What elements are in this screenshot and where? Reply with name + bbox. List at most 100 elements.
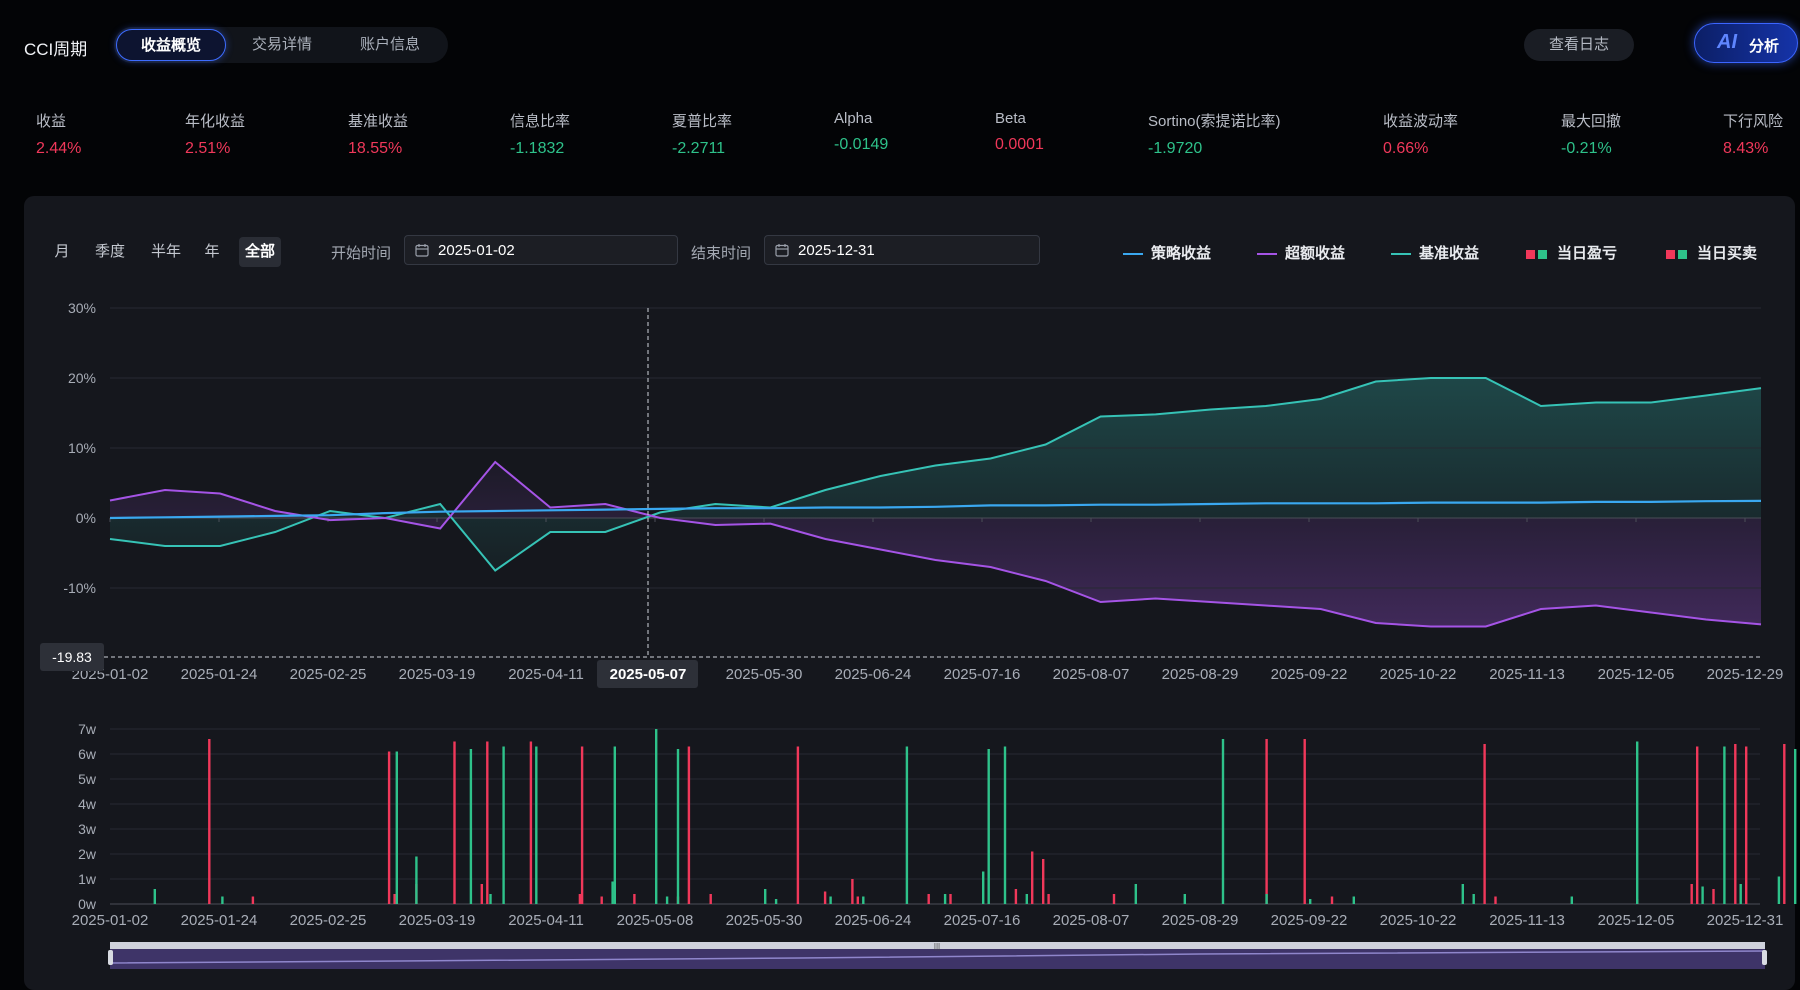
crosshair-x-value: 2025-05-07 bbox=[610, 666, 687, 683]
trade-bar bbox=[453, 741, 456, 904]
main-x-tick-label: 2025-11-13 bbox=[1489, 666, 1565, 683]
trade-bar bbox=[655, 729, 658, 904]
trade-bar bbox=[1309, 899, 1312, 904]
main-y-tick-label: -10% bbox=[63, 580, 96, 596]
trade-bar bbox=[600, 896, 603, 904]
trade-bar bbox=[1461, 884, 1464, 904]
bar-x-tick-label: 2025-10-22 bbox=[1380, 912, 1457, 929]
trade-bar bbox=[1734, 744, 1737, 904]
crosshair-y-value: -19.83 bbox=[52, 649, 92, 665]
trade-bar bbox=[395, 751, 398, 904]
bar-y-tick-label: 6w bbox=[78, 746, 97, 762]
trade-bar bbox=[611, 881, 614, 904]
bar-x-tick-label: 2025-02-25 bbox=[290, 912, 367, 929]
zoom-slider-grip-icon: ||| bbox=[934, 942, 940, 951]
trade-bar bbox=[665, 896, 669, 904]
trade-bar bbox=[502, 746, 505, 904]
main-y-tick-label: 10% bbox=[68, 440, 96, 456]
trade-bar bbox=[1723, 746, 1726, 904]
trade-bar bbox=[1042, 859, 1045, 904]
main-x-tick-label: 2025-01-24 bbox=[181, 666, 258, 683]
bar-y-tick-label: 0w bbox=[78, 896, 97, 912]
trade-bar bbox=[1783, 744, 1786, 904]
trade-bar bbox=[709, 894, 712, 904]
main-x-tick-label: 2025-08-29 bbox=[1162, 666, 1239, 683]
trade-bar bbox=[387, 751, 391, 904]
bar-x-tick-label: 2025-06-24 bbox=[835, 912, 912, 929]
bar-x-tick-label: 2025-12-05 bbox=[1598, 912, 1675, 929]
trade-bar bbox=[1330, 896, 1334, 904]
trade-bar bbox=[1794, 749, 1797, 904]
bar-x-tick-label: 2025-08-07 bbox=[1053, 912, 1130, 929]
main-x-tick-label: 2025-09-22 bbox=[1271, 666, 1348, 683]
main-x-tick-label: 2025-07-16 bbox=[944, 666, 1021, 683]
bar-y-tick-label: 5w bbox=[78, 771, 97, 787]
main-x-tick-label: 2025-04-11 bbox=[508, 666, 584, 683]
trade-bar bbox=[1472, 894, 1475, 904]
trade-bar bbox=[535, 746, 538, 904]
trade-bar bbox=[1303, 739, 1306, 904]
trade-bar bbox=[480, 884, 483, 904]
trade-bar bbox=[489, 894, 492, 904]
bar-y-tick-label: 3w bbox=[78, 821, 97, 837]
main-x-tick-label: 2025-05-30 bbox=[726, 666, 803, 683]
trade-bar bbox=[1134, 884, 1137, 904]
trade-bar bbox=[829, 896, 832, 904]
bar-y-tick-label: 7w bbox=[78, 721, 97, 737]
main-x-tick-label: 2025-08-07 bbox=[1053, 666, 1130, 683]
main-x-tick-label: 2025-10-22 bbox=[1380, 666, 1457, 683]
trade-bar bbox=[251, 896, 255, 904]
trade-bar bbox=[1696, 746, 1699, 904]
trade-bar bbox=[1570, 896, 1573, 904]
trade-bar bbox=[1047, 894, 1050, 904]
bar-y-tick-label: 1w bbox=[78, 871, 97, 887]
trade-bar bbox=[1712, 889, 1715, 904]
bar-x-tick-label: 2025-11-13 bbox=[1489, 912, 1565, 929]
main-x-tick-label: 2025-12-05 bbox=[1598, 666, 1675, 683]
trade-bar bbox=[1221, 739, 1225, 904]
trade-bar bbox=[1690, 884, 1693, 904]
trade-bar bbox=[982, 871, 985, 904]
trade-bar bbox=[905, 746, 909, 904]
trade-bar bbox=[1483, 744, 1486, 904]
trade-bar bbox=[153, 889, 156, 904]
trade-bar bbox=[221, 896, 224, 904]
zoom-handle-left[interactable] bbox=[108, 950, 113, 965]
zoom-handle-right[interactable] bbox=[1762, 950, 1767, 965]
trade-bar bbox=[469, 749, 473, 904]
trade-bar bbox=[529, 741, 533, 904]
trade-bar bbox=[987, 749, 990, 904]
trade-bar bbox=[1014, 889, 1018, 904]
trade-bar bbox=[1745, 746, 1748, 904]
trade-bar bbox=[949, 894, 952, 904]
main-x-tick-label: 2025-06-24 bbox=[835, 666, 912, 683]
trade-bar bbox=[580, 746, 584, 904]
trade-bar bbox=[1494, 896, 1497, 904]
trade-bar bbox=[1112, 894, 1116, 904]
trade-bar bbox=[856, 896, 859, 904]
trade-bar bbox=[1352, 896, 1355, 904]
bar-y-tick-label: 4w bbox=[78, 796, 97, 812]
main-y-tick-label: 30% bbox=[68, 300, 96, 316]
trade-bar bbox=[1739, 884, 1742, 904]
trade-bar bbox=[633, 894, 636, 904]
trade-bar bbox=[1701, 886, 1704, 904]
bar-x-tick-label: 2025-05-30 bbox=[726, 912, 803, 929]
trade-bar bbox=[943, 894, 947, 904]
trade-bar bbox=[208, 739, 211, 904]
trade-bar bbox=[1003, 746, 1007, 904]
bar-x-tick-label: 2025-07-16 bbox=[944, 912, 1021, 929]
bar-x-tick-label: 2025-01-24 bbox=[181, 912, 258, 929]
trade-bar bbox=[774, 899, 778, 904]
bar-series bbox=[153, 729, 1797, 904]
trade-bar bbox=[796, 746, 800, 904]
bar-x-tick-label: 2025-01-02 bbox=[72, 912, 149, 929]
trade-bar bbox=[415, 856, 418, 904]
bar-x-tick-label: 2025-04-11 bbox=[508, 912, 584, 929]
main-x-tick-label: 2025-12-29 bbox=[1707, 666, 1784, 683]
trade-bar bbox=[676, 749, 680, 904]
trade-bar bbox=[862, 896, 865, 904]
trade-bar bbox=[1031, 851, 1034, 904]
charts-canvas: 30% 20% 10% 0% -10% 2025-01-02 2025-01-24 2025-… bbox=[40, 300, 1797, 969]
trade-bar bbox=[1265, 739, 1268, 904]
